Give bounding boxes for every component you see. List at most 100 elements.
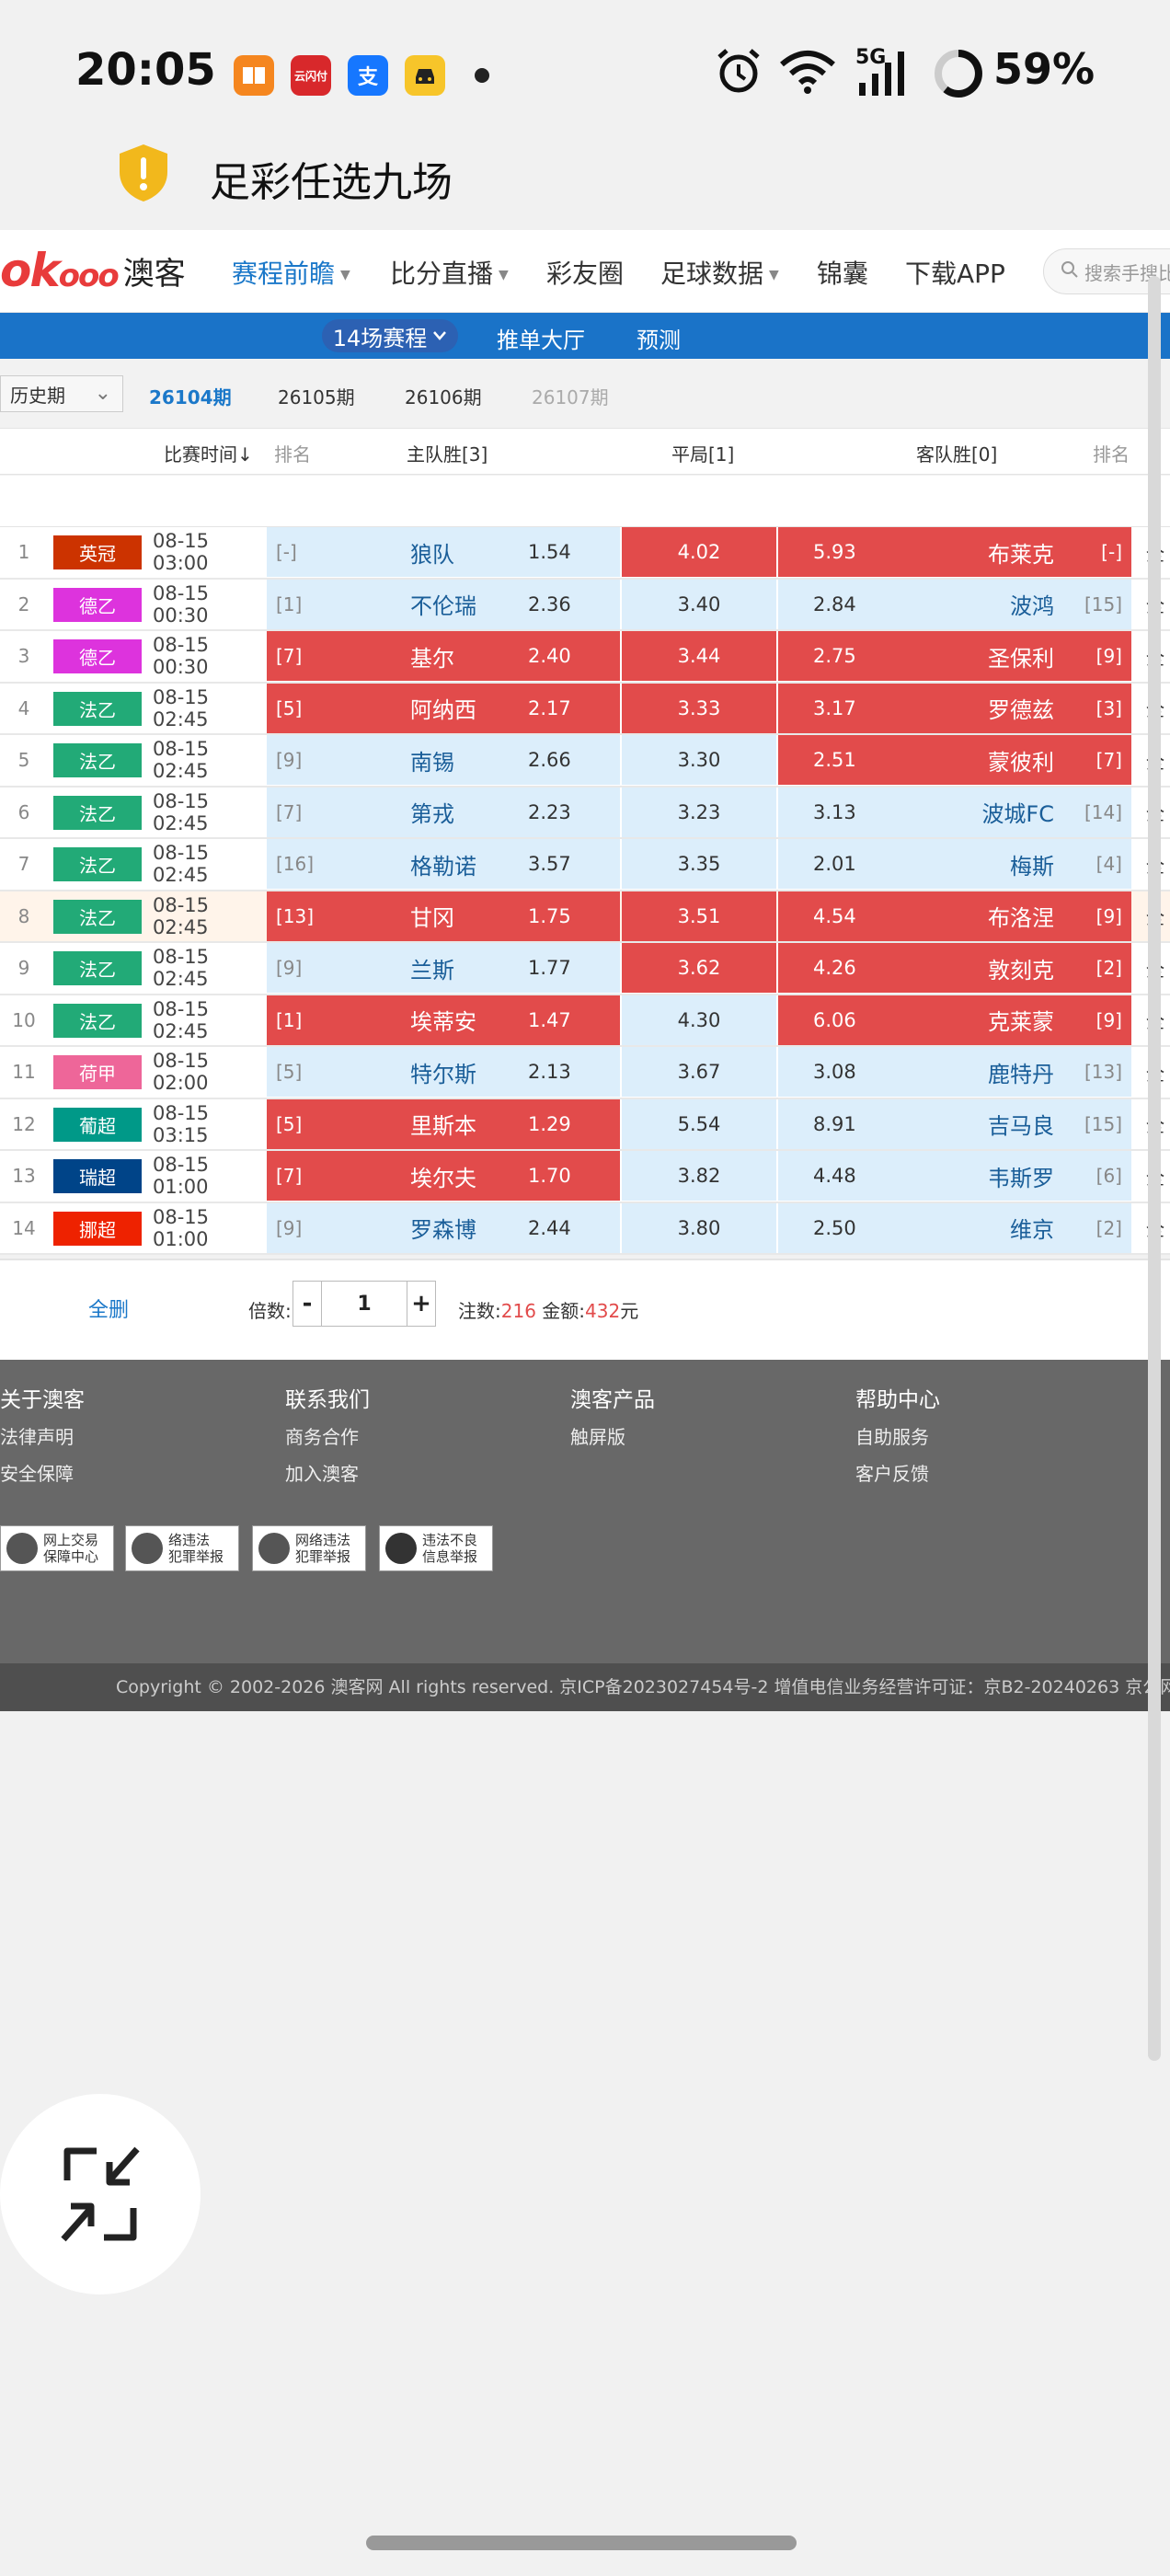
footer-link[interactable]: 触屏版	[570, 1422, 625, 1449]
away-win-option[interactable]: 2.84 波鸿 [15]	[778, 579, 1131, 629]
nav-item-live-score[interactable]: 比分直播 ▼	[390, 254, 509, 291]
home-win-option[interactable]: [-] 狼队 1.54	[267, 527, 620, 577]
home-win-option[interactable]: [5] 特尔斯 2.13	[267, 1047, 620, 1097]
subnav-recommend-hall[interactable]: 推单大厅	[497, 322, 585, 354]
home-team-name[interactable]: 格勒诺	[410, 848, 476, 880]
home-team-name[interactable]: 里斯本	[410, 1108, 476, 1140]
home-win-option[interactable]: [7] 基尔 2.40	[267, 631, 620, 681]
away-win-option[interactable]: 2.50 维京 [2]	[778, 1202, 1131, 1253]
trust-badge[interactable]: 络违法 犯罪举报	[125, 1525, 239, 1571]
home-win-option[interactable]: [7] 第戎 2.23	[267, 787, 620, 837]
draw-option[interactable]: 3.80	[622, 1202, 776, 1253]
league-badge[interactable]: 法乙	[53, 847, 142, 881]
away-team-name[interactable]: 维京	[1010, 1212, 1054, 1244]
league-badge[interactable]: 葡超	[53, 1107, 142, 1142]
away-team-name[interactable]: 波鸿	[1010, 588, 1054, 620]
away-win-option[interactable]: 6.06 克莱蒙 [9]	[778, 995, 1131, 1045]
draw-option[interactable]: 3.62	[622, 943, 776, 993]
multiplier-input[interactable]: 1	[321, 1282, 407, 1326]
league-badge[interactable]: 瑞超	[53, 1159, 142, 1193]
home-team-name[interactable]: 埃尔夫	[410, 1160, 476, 1192]
nav-item-football-data[interactable]: 足球数据 ▼	[660, 254, 779, 291]
league-badge[interactable]: 法乙	[53, 743, 142, 777]
away-team-name[interactable]: 蒙彼利	[988, 744, 1054, 776]
league-badge[interactable]: 法乙	[53, 795, 142, 830]
away-win-option[interactable]: 2.01 梅斯 [4]	[778, 839, 1131, 889]
home-team-name[interactable]: 不伦瑞	[410, 588, 476, 620]
home-team-name[interactable]: 南锡	[410, 744, 454, 776]
away-team-name[interactable]: 韦斯罗	[988, 1160, 1054, 1192]
draw-option[interactable]: 3.35	[622, 839, 776, 889]
footer-link[interactable]: 客户反馈	[855, 1459, 929, 1486]
header-match-time[interactable]: 比赛时间↓	[164, 440, 253, 466]
away-team-name[interactable]: 布洛涅	[988, 900, 1054, 932]
issue-tab[interactable]: 26105期	[278, 383, 355, 409]
home-team-name[interactable]: 罗森博	[410, 1212, 476, 1244]
away-win-option[interactable]: 4.48 韦斯罗 [6]	[778, 1151, 1131, 1201]
away-team-name[interactable]: 敦刻克	[988, 952, 1054, 984]
away-team-name[interactable]: 吉马良	[988, 1108, 1054, 1140]
league-badge[interactable]: 德乙	[53, 587, 142, 622]
league-badge[interactable]: 英冠	[53, 535, 142, 569]
draw-option[interactable]: 3.82	[622, 1151, 776, 1201]
league-badge[interactable]: 法乙	[53, 899, 142, 934]
exit-fullscreen-button[interactable]	[0, 2094, 201, 2294]
footer-link[interactable]: 自助服务	[855, 1422, 929, 1449]
home-win-option[interactable]: [7] 埃尔夫 1.70	[267, 1151, 620, 1201]
away-win-option[interactable]: 4.26 敦刻克 [2]	[778, 943, 1131, 993]
away-win-option[interactable]: 3.08 鹿特丹 [13]	[778, 1047, 1131, 1097]
history-issue-select[interactable]: 历史期 ⌄	[0, 375, 123, 412]
league-badge[interactable]: 挪超	[53, 1211, 142, 1246]
footer-link[interactable]: 安全保障	[0, 1459, 74, 1486]
trust-badge[interactable]: 网络违法 犯罪举报	[252, 1525, 366, 1571]
home-team-name[interactable]: 甘冈	[410, 900, 454, 932]
footer-link[interactable]: 法律声明	[0, 1422, 74, 1449]
draw-option[interactable]: 4.02	[622, 527, 776, 577]
home-team-name[interactable]: 阿纳西	[410, 692, 476, 724]
draw-option[interactable]: 3.67	[622, 1047, 776, 1097]
issue-tab[interactable]: 26104期	[149, 383, 232, 409]
home-team-name[interactable]: 基尔	[410, 640, 454, 673]
draw-option[interactable]: 3.30	[622, 735, 776, 785]
home-win-option[interactable]: [13] 甘冈 1.75	[267, 891, 620, 941]
league-badge[interactable]: 法乙	[53, 951, 142, 985]
trust-badge[interactable]: 违法不良 信息举报	[379, 1525, 493, 1571]
home-win-option[interactable]: [9] 南锡 2.66	[267, 735, 620, 785]
away-win-option[interactable]: 2.75 圣保利 [9]	[778, 631, 1131, 681]
away-win-option[interactable]: 8.91 吉马良 [15]	[778, 1098, 1131, 1149]
nav-item-community[interactable]: 彩友圈	[546, 254, 624, 291]
away-team-name[interactable]: 罗德兹	[988, 692, 1054, 724]
home-team-name[interactable]: 兰斯	[410, 952, 454, 984]
home-team-name[interactable]: 第戎	[410, 796, 454, 828]
okooo-logo[interactable]: okooo 澳客	[0, 244, 186, 297]
away-team-name[interactable]: 布莱克	[988, 536, 1054, 569]
away-team-name[interactable]: 鹿特丹	[988, 1056, 1054, 1088]
draw-option[interactable]: 3.33	[622, 683, 776, 733]
draw-option[interactable]: 3.51	[622, 891, 776, 941]
home-team-name[interactable]: 特尔斯	[410, 1056, 476, 1088]
nav-item-download-app[interactable]: 下载APP	[905, 254, 1005, 291]
home-win-option[interactable]: [1] 不伦瑞 2.36	[267, 579, 620, 629]
draw-option[interactable]: 5.54	[622, 1098, 776, 1149]
home-win-option[interactable]: [5] 阿纳西 2.17	[267, 683, 620, 733]
issue-tab[interactable]: 26106期	[405, 383, 482, 409]
subnav-prediction[interactable]: 预测	[637, 322, 681, 354]
away-team-name[interactable]: 克莱蒙	[988, 1004, 1054, 1036]
draw-option[interactable]: 3.40	[622, 579, 776, 629]
league-badge[interactable]: 德乙	[53, 639, 142, 673]
away-win-option[interactable]: 3.17 罗德兹 [3]	[778, 683, 1131, 733]
home-win-option[interactable]: [9] 罗森博 2.44	[267, 1202, 620, 1253]
away-team-name[interactable]: 波城FC	[981, 796, 1054, 828]
away-win-option[interactable]: 5.93 布莱克 [-]	[778, 527, 1131, 577]
home-win-option[interactable]: [9] 兰斯 1.77	[267, 943, 620, 993]
scrollbar[interactable]	[1148, 276, 1161, 2061]
away-team-name[interactable]: 梅斯	[1010, 848, 1054, 880]
trust-badge[interactable]: 网上交易 保障中心	[0, 1525, 114, 1571]
decrease-button[interactable]: -	[293, 1282, 321, 1326]
clear-all-link[interactable]: 全删	[88, 1294, 129, 1323]
league-badge[interactable]: 荷甲	[53, 1055, 142, 1089]
home-win-option[interactable]: [5] 里斯本 1.29	[267, 1098, 620, 1149]
away-win-option[interactable]: 2.51 蒙彼利 [7]	[778, 735, 1131, 785]
nav-item-schedule[interactable]: 赛程前瞻 ▼	[232, 254, 350, 291]
footer-link[interactable]: 加入澳客	[285, 1459, 359, 1486]
